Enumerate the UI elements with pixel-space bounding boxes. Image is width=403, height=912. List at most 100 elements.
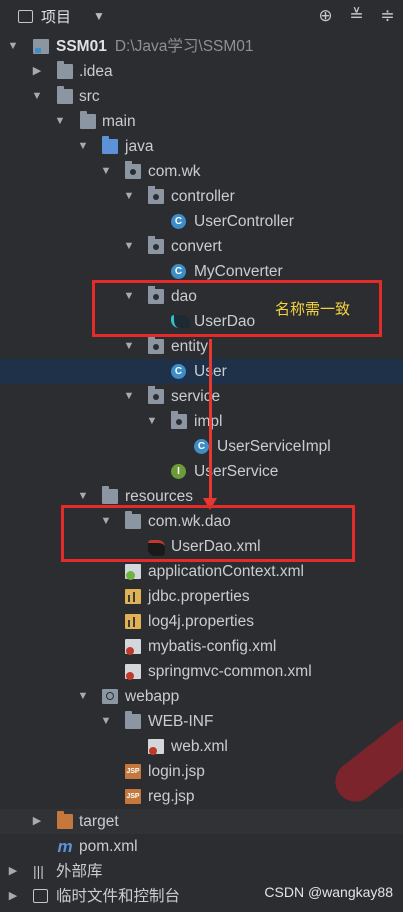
tree-item-label: target bbox=[79, 813, 119, 830]
tree-item-target[interactable]: ▶ target bbox=[0, 809, 403, 834]
class-icon: C bbox=[171, 214, 186, 229]
highlight-box-userdao-xml bbox=[61, 505, 355, 562]
tree-item-label: 外部库 bbox=[56, 863, 103, 880]
tree-item-label: applicationContext.xml bbox=[148, 563, 304, 580]
scratches-console-icon bbox=[33, 889, 48, 903]
excluded-folder-icon bbox=[57, 811, 73, 829]
folder-icon bbox=[125, 711, 141, 729]
package-icon bbox=[148, 336, 164, 354]
tree-item-external-libraries[interactable]: ▶ ||| 外部库 bbox=[0, 859, 403, 884]
tree-item-label: web.xml bbox=[171, 738, 228, 755]
chevron-down-icon[interactable]: ▼ bbox=[122, 384, 136, 409]
jsp-icon: JSP bbox=[125, 764, 141, 779]
folder-icon bbox=[57, 61, 73, 79]
tree-item-controller[interactable]: ▼ controller bbox=[0, 184, 403, 209]
tree-item-userserviceimpl[interactable]: C UserServiceImpl bbox=[0, 434, 403, 459]
tree-item-label: pom.xml bbox=[79, 838, 138, 855]
tree-item-convert[interactable]: ▼ convert bbox=[0, 234, 403, 259]
tree-item-pom-xml[interactable]: m pom.xml bbox=[0, 834, 403, 859]
tree-item-label: log4j.properties bbox=[148, 613, 254, 630]
chevron-down-icon[interactable]: ▼ bbox=[99, 159, 113, 184]
tree-item-label: login.jsp bbox=[148, 763, 205, 780]
module-icon bbox=[33, 39, 49, 54]
chevron-down-icon[interactable]: ▼ bbox=[122, 334, 136, 359]
tree-item-web-xml[interactable]: web.xml bbox=[0, 734, 403, 759]
tree-item-jdbc-properties[interactable]: jdbc.properties bbox=[0, 584, 403, 609]
chevron-down-icon[interactable]: ▼ bbox=[145, 409, 159, 434]
xml-icon bbox=[125, 639, 141, 655]
chevron-down-icon[interactable]: ▼ bbox=[93, 9, 105, 23]
chevron-down-icon[interactable]: ▼ bbox=[99, 709, 113, 734]
web-xml-icon bbox=[148, 739, 164, 755]
tree-item-java[interactable]: ▼ java bbox=[0, 134, 403, 159]
class-icon: C bbox=[171, 264, 186, 279]
tree-item-label: SSM01 bbox=[56, 38, 107, 55]
web-folder-icon bbox=[102, 689, 118, 704]
tree-item-web-inf[interactable]: ▼ WEB-INF bbox=[0, 709, 403, 734]
tree-item-idea[interactable]: ▶ .idea bbox=[0, 59, 403, 84]
tree-item-impl[interactable]: ▼ impl bbox=[0, 409, 403, 434]
tree-item-label: .idea bbox=[79, 63, 113, 80]
chevron-down-icon[interactable]: ▼ bbox=[6, 34, 20, 59]
tree-item-label: entity bbox=[171, 338, 209, 355]
tree-item-webapp[interactable]: ▼ webapp bbox=[0, 684, 403, 709]
connector-line bbox=[209, 339, 212, 499]
package-icon bbox=[148, 186, 164, 204]
tree-item-applicationcontext[interactable]: applicationContext.xml bbox=[0, 559, 403, 584]
resources-folder-icon bbox=[102, 486, 118, 504]
spring-xml-icon bbox=[125, 564, 141, 580]
chevron-down-icon[interactable]: ▼ bbox=[122, 234, 136, 259]
chevron-down-icon[interactable]: ▼ bbox=[76, 684, 90, 709]
chevron-down-icon[interactable]: ▼ bbox=[30, 84, 44, 109]
annotation-label: 名称需一致 bbox=[275, 301, 351, 318]
expand-all-icon[interactable]: ≚ bbox=[341, 6, 372, 26]
tree-item-label: src bbox=[79, 88, 100, 105]
tree-item-user[interactable]: C User bbox=[0, 359, 403, 384]
tree-item-label: UserService bbox=[194, 463, 279, 480]
maven-icon: m bbox=[57, 837, 73, 856]
tree-item-label: convert bbox=[171, 238, 222, 255]
tree-item-label: webapp bbox=[125, 688, 180, 705]
tree-item-label: 临时文件和控制台 bbox=[56, 888, 181, 905]
class-icon: C bbox=[171, 364, 186, 379]
tree-item-com-wk[interactable]: ▼ com.wk bbox=[0, 159, 403, 184]
tree-item-label: java bbox=[125, 138, 154, 155]
tree-item-label: main bbox=[102, 113, 136, 130]
tree-item-main[interactable]: ▼ main bbox=[0, 109, 403, 134]
chevron-right-icon[interactable]: ▶ bbox=[6, 859, 20, 884]
class-icon: C bbox=[194, 439, 209, 454]
tree-item-userservice[interactable]: I UserService bbox=[0, 459, 403, 484]
package-icon bbox=[171, 411, 187, 429]
tree-item-label: reg.jsp bbox=[148, 788, 195, 805]
tree-item-mybatis-config[interactable]: mybatis-config.xml bbox=[0, 634, 403, 659]
package-icon bbox=[125, 161, 141, 179]
properties-icon bbox=[125, 614, 141, 629]
tree-item-label: mybatis-config.xml bbox=[148, 638, 277, 655]
tree-item-label: UserServiceImpl bbox=[217, 438, 331, 455]
chevron-right-icon[interactable]: ▶ bbox=[30, 59, 44, 84]
xml-icon bbox=[125, 664, 141, 680]
chevron-down-icon[interactable]: ▼ bbox=[76, 134, 90, 159]
tree-item-label: UserController bbox=[194, 213, 294, 230]
chevron-right-icon[interactable]: ▶ bbox=[30, 809, 44, 834]
chevron-down-icon[interactable]: ▼ bbox=[122, 184, 136, 209]
chevron-down-icon[interactable]: ▼ bbox=[53, 109, 67, 134]
tree-item-src[interactable]: ▼ src bbox=[0, 84, 403, 109]
watermark: CSDN @wangkay88 bbox=[264, 884, 393, 900]
folder-icon bbox=[57, 86, 73, 104]
tree-item-usercontroller[interactable]: C UserController bbox=[0, 209, 403, 234]
jsp-icon: JSP bbox=[125, 789, 141, 804]
project-view-title[interactable]: 项目 bbox=[41, 6, 71, 27]
project-view-icon[interactable] bbox=[18, 9, 33, 23]
tree-item-label: jdbc.properties bbox=[148, 588, 250, 605]
tree-item-label: springmvc-common.xml bbox=[148, 663, 312, 680]
properties-icon bbox=[125, 589, 141, 604]
tree-item-service[interactable]: ▼ service bbox=[0, 384, 403, 409]
tree-item-entity[interactable]: ▼ entity bbox=[0, 334, 403, 359]
collapse-all-icon[interactable]: ≑ bbox=[372, 6, 403, 26]
tree-item-log4j-properties[interactable]: log4j.properties bbox=[0, 609, 403, 634]
tree-item-ssm01[interactable]: ▼ SSM01 D:\Java学习\SSM01 bbox=[0, 34, 403, 59]
chevron-right-icon[interactable]: ▶ bbox=[6, 884, 20, 909]
tree-item-springmvc-common[interactable]: springmvc-common.xml bbox=[0, 659, 403, 684]
locate-icon[interactable]: ⊕ bbox=[310, 6, 341, 26]
